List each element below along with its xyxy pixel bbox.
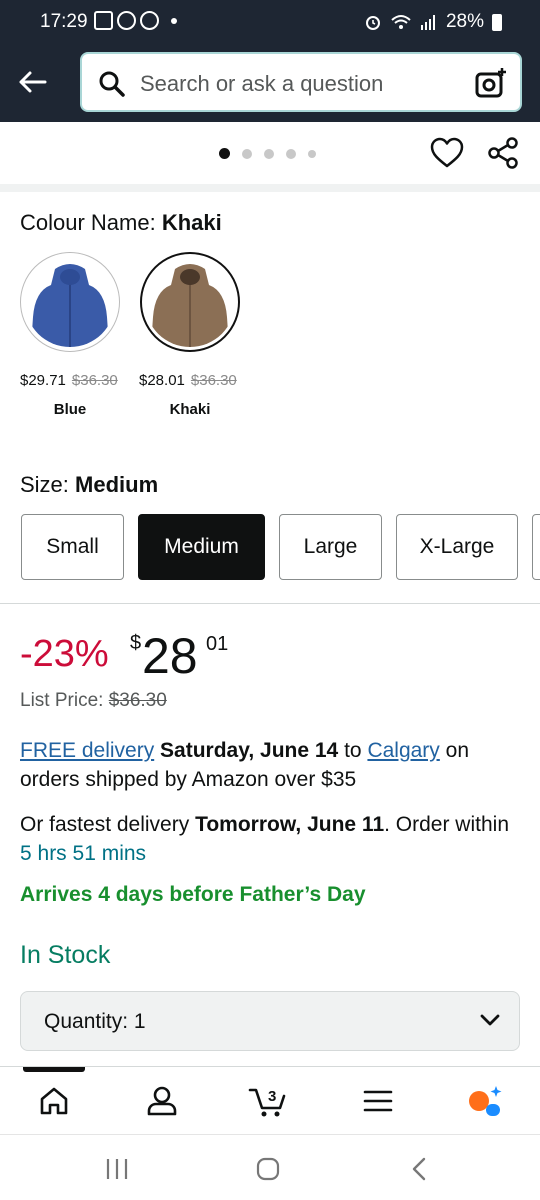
delivery-location-link[interactable]: Calgary (367, 739, 439, 762)
back-arrow-icon (19, 71, 47, 93)
alarm-icon (365, 16, 380, 30)
wishlist-heart-icon[interactable] (430, 137, 464, 169)
list-price-value: $36.30 (108, 690, 167, 711)
back-button[interactable] (12, 62, 52, 102)
hamburger-menu-icon (363, 1090, 393, 1112)
app-notification-icon (117, 11, 136, 30)
delivery-info: FREE delivery Saturday, June 14 to Calga… (20, 736, 510, 794)
signal-icon (420, 15, 435, 30)
quantity-label: Quantity: 1 (44, 1010, 146, 1033)
gallery-notification-icon (94, 11, 113, 30)
delivery-countdown: 5 hrs 51 mins (20, 842, 147, 865)
order-within-text: . Order within (384, 813, 509, 836)
jacket-image-khaki (145, 257, 235, 347)
quantity-dropdown[interactable]: Quantity: 1 (20, 991, 520, 1051)
size-label: Size: Medium (20, 472, 158, 498)
discount-percent: -23% (20, 633, 109, 675)
search-input[interactable]: Search or ask a question (80, 52, 522, 112)
system-status: 28% (364, 11, 502, 33)
carousel-dots[interactable] (219, 148, 316, 159)
more-notifications-icon (171, 17, 177, 24)
size-selected-value: Medium (75, 472, 159, 497)
colour-selected-value: Khaki (161, 210, 222, 235)
size-option-x-large[interactable]: X-Large (396, 514, 518, 580)
person-icon (147, 1086, 177, 1116)
status-bar: 17:29 28% (0, 0, 540, 44)
size-option-medium[interactable]: Medium (138, 514, 265, 580)
system-back-icon[interactable] (408, 1157, 430, 1181)
colour-label-text: Colour Name: (20, 210, 156, 235)
size-option-large[interactable]: Large (279, 514, 382, 580)
delivery-on-text: on (445, 739, 470, 762)
price-whole: 28 (142, 628, 198, 684)
carousel-dot[interactable] (286, 148, 296, 159)
stock-status: In Stock (20, 941, 111, 969)
cart-icon: 3 (248, 1088, 286, 1117)
nav-rufus[interactable] (466, 1081, 506, 1121)
app-header: Search or ask a question (0, 44, 540, 122)
list-price: List Price: $36.30 (20, 690, 167, 712)
carousel-dot[interactable] (242, 148, 252, 159)
free-delivery-link[interactable]: FREE delivery (20, 739, 154, 762)
delivery-date: Saturday, June 14 (160, 739, 339, 762)
swatch-price: $28.01 (139, 372, 185, 389)
image-carousel-controls (0, 122, 540, 184)
carousel-dot[interactable] (264, 148, 274, 159)
swatch-list-price: $36.30 (71, 372, 118, 389)
colour-swatch-khaki[interactable] (140, 252, 240, 352)
status-time: 17:29 (40, 11, 88, 32)
whatsapp-notification-icon (140, 11, 159, 30)
nav-account[interactable] (142, 1081, 182, 1121)
chevron-down-icon (480, 1014, 500, 1026)
nav-cart[interactable]: 3 (248, 1081, 288, 1121)
fathers-day-note: Arrives 4 days before Father’s Day (20, 883, 366, 906)
swatch-name-blue: Blue (53, 401, 87, 418)
system-navigation-bar (0, 1134, 540, 1200)
home-button-icon[interactable] (255, 1157, 281, 1181)
battery-percent: 28% (445, 11, 484, 32)
recent-apps-icon[interactable] (104, 1157, 130, 1181)
size-label-text: Size: (20, 472, 69, 497)
carousel-dot[interactable] (308, 149, 316, 158)
colour-swatch-blue[interactable] (20, 252, 120, 352)
home-icon (40, 1087, 68, 1115)
carousel-dot[interactable] (219, 148, 230, 159)
section-divider (0, 603, 540, 604)
delivery-to-text: to (344, 739, 362, 762)
fastest-delivery-info: Or fastest delivery Tomorrow, June 11. O… (20, 810, 510, 868)
price-currency: $ (130, 632, 142, 654)
search-placeholder: Search or ask a question (140, 71, 384, 96)
swatch-price-khaki: $28.01 $36.30 (139, 372, 237, 389)
list-price-label: List Price: (20, 690, 104, 711)
swatch-price-blue: $29.71 $36.30 (20, 372, 118, 389)
bottom-navigation: 3 (0, 1066, 540, 1134)
fastest-delivery-text: Or fastest delivery (20, 813, 190, 836)
search-icon (99, 71, 125, 97)
active-tab-indicator (23, 1067, 85, 1072)
rufus-assistant-icon (469, 1086, 502, 1116)
section-divider (0, 184, 540, 192)
nav-menu[interactable] (358, 1081, 398, 1121)
size-option-more[interactable] (532, 514, 540, 580)
price-fraction: 01 (206, 633, 229, 655)
size-option-small[interactable]: Small (21, 514, 124, 580)
delivery-condition-text: orders shipped by Amazon over $35 (20, 768, 357, 791)
share-icon[interactable] (486, 136, 520, 170)
cart-count: 3 (268, 1088, 276, 1105)
swatch-price: $29.71 (20, 372, 66, 389)
colour-label: Colour Name: Khaki (20, 210, 222, 236)
wifi-icon (391, 15, 411, 29)
battery-icon (492, 13, 502, 31)
swatch-list-price: $36.30 (190, 372, 237, 389)
camera-search-icon[interactable] (474, 66, 508, 100)
fastest-delivery-date: Tomorrow, June 11 (195, 813, 385, 836)
notification-icons (94, 11, 177, 30)
swatch-name-khaki: Khaki (169, 401, 211, 418)
jacket-image-blue (25, 257, 115, 347)
nav-home[interactable] (34, 1081, 74, 1121)
